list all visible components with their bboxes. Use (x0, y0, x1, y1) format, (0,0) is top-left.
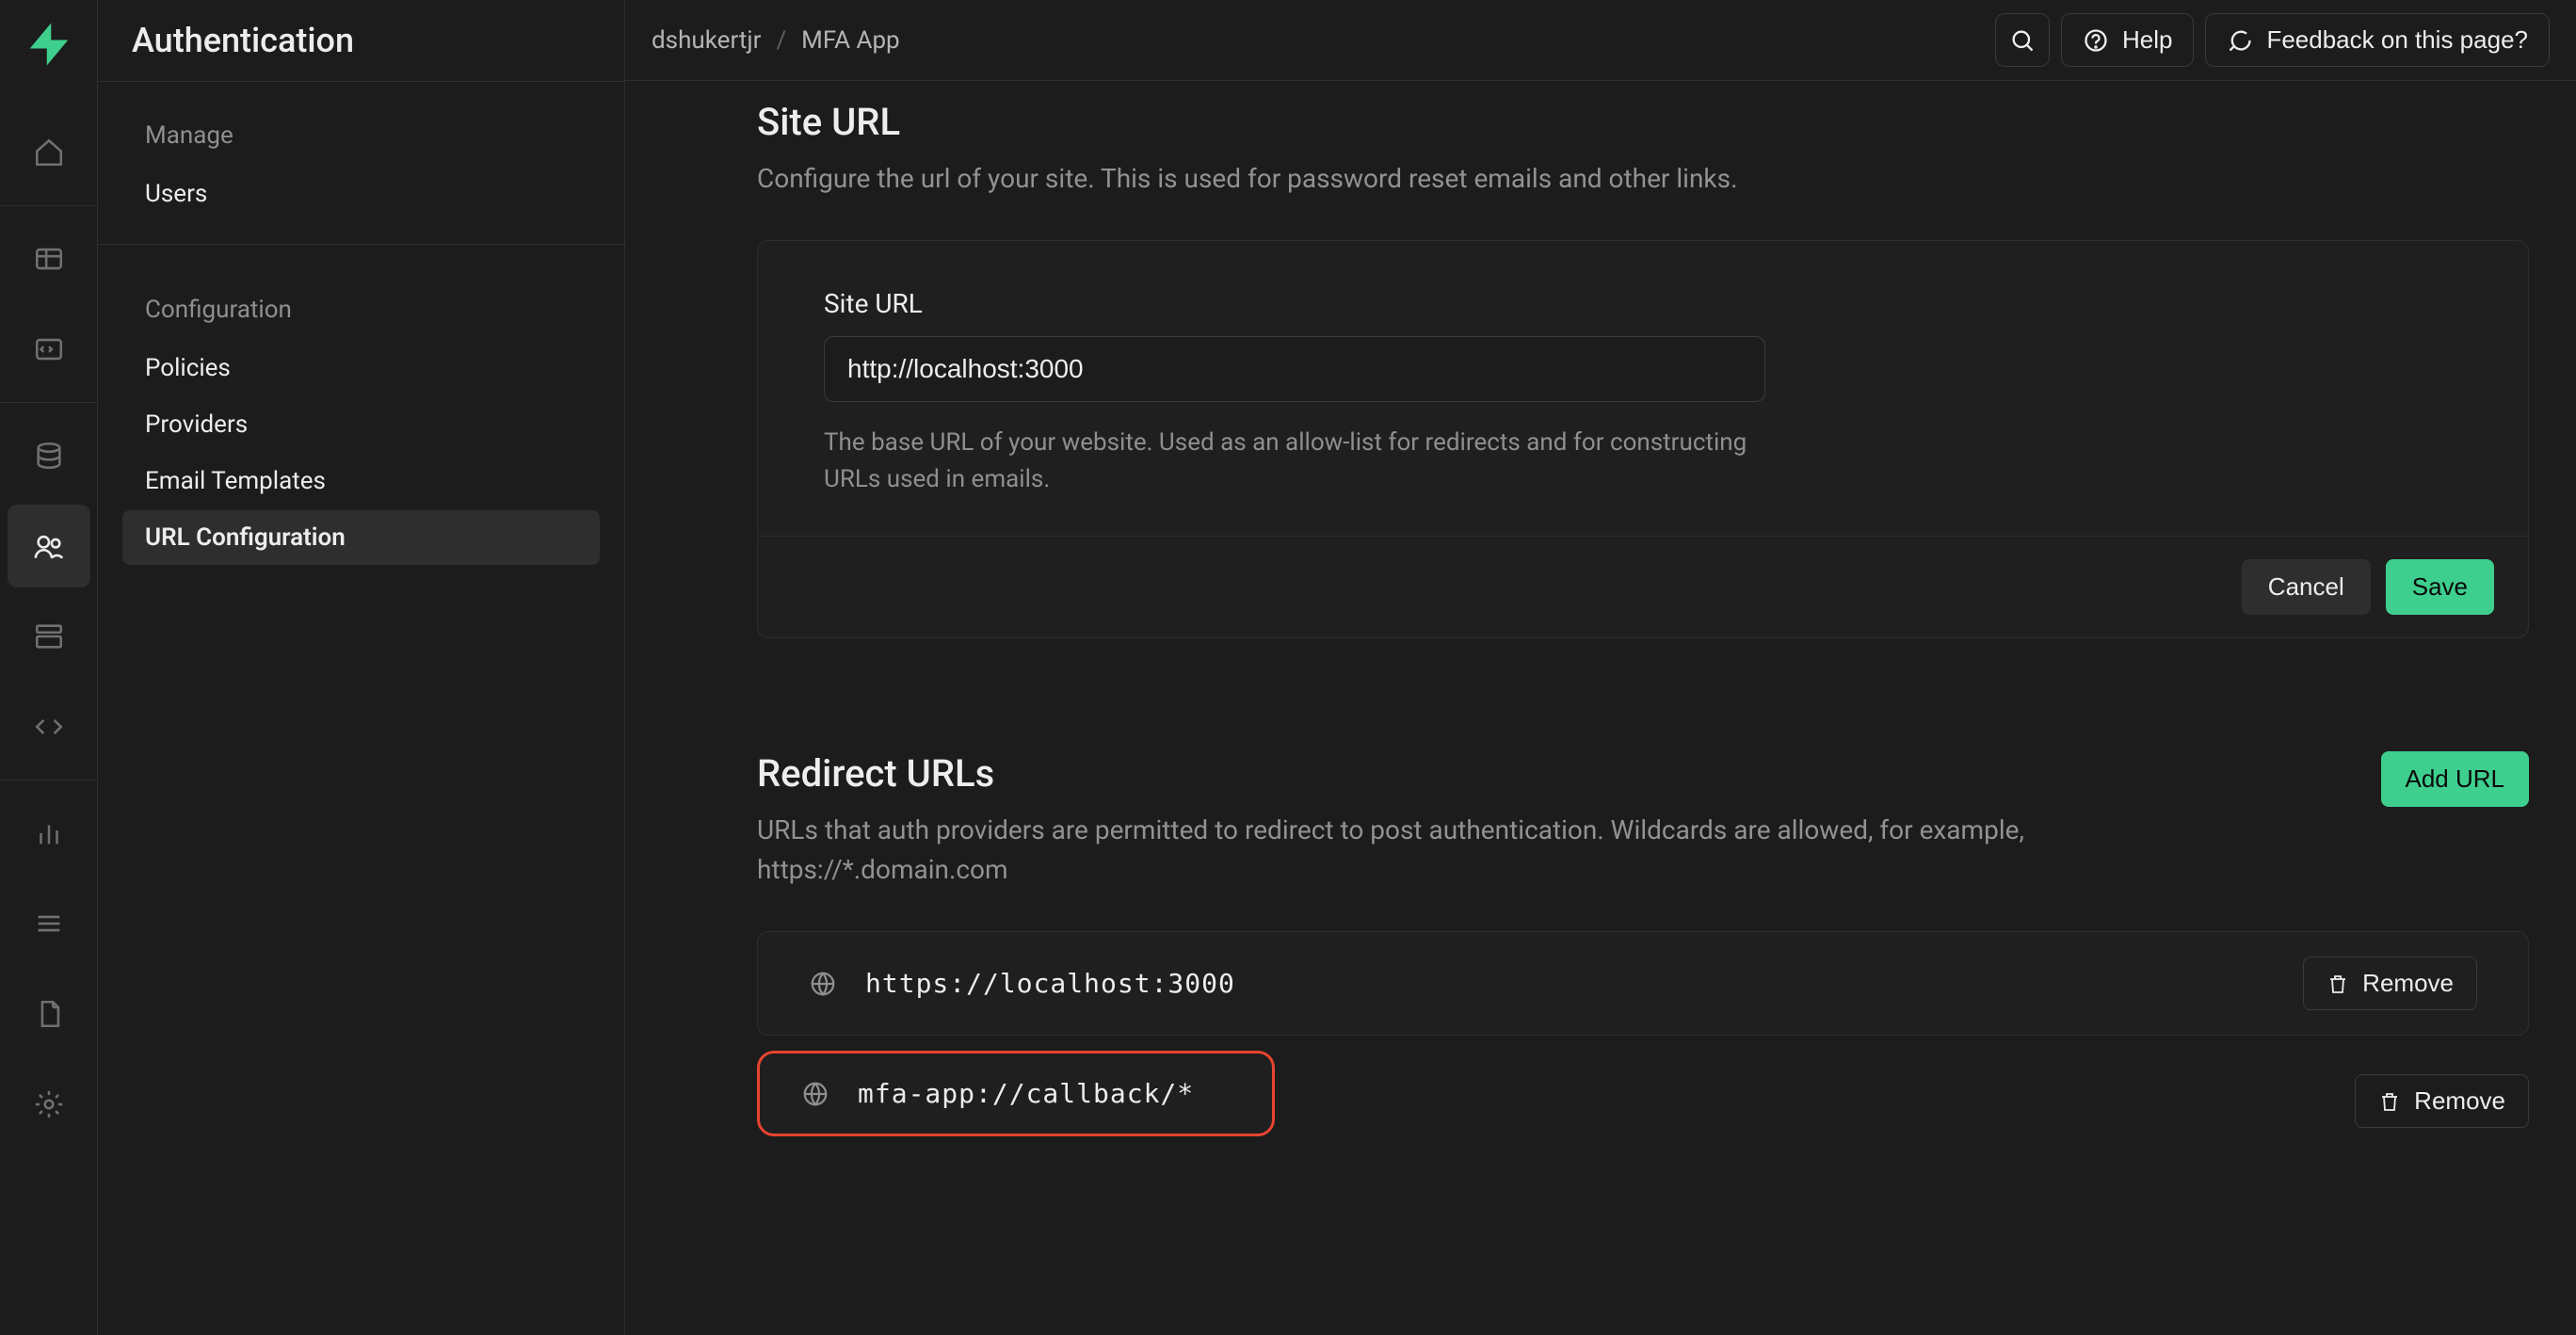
sidebar-section-configuration: Configuration (122, 284, 600, 335)
message-icon (2227, 27, 2253, 54)
auth-icon[interactable] (8, 505, 90, 587)
settings-icon[interactable] (8, 1063, 90, 1146)
feedback-label: Feedback on this page? (2266, 25, 2528, 55)
main-content: dshukertjr / MFA App Help Feedback on th… (625, 0, 2576, 1335)
site-url-card: Site URL The base URL of your website. U… (757, 240, 2529, 638)
site-url-input[interactable] (824, 336, 1765, 402)
storage-icon[interactable] (8, 595, 90, 678)
sidebar-item-users[interactable]: Users (122, 167, 600, 221)
home-icon[interactable] (8, 111, 90, 194)
redirect-urls-description: URLs that auth providers are permitted t… (757, 811, 2263, 890)
logs-icon[interactable] (8, 882, 90, 965)
breadcrumb-org[interactable]: dshukertjr (652, 26, 761, 55)
remove-url-button[interactable]: Remove (2303, 957, 2477, 1010)
site-url-field-label: Site URL (824, 288, 2462, 319)
breadcrumb: dshukertjr / MFA App (652, 26, 900, 55)
globe-icon (809, 970, 837, 998)
feedback-button[interactable]: Feedback on this page? (2205, 13, 2550, 67)
sql-editor-icon[interactable] (8, 308, 90, 391)
supabase-logo[interactable] (24, 19, 74, 70)
table-editor-icon[interactable] (8, 217, 90, 300)
site-url-section: Site URL Configure the url of your site.… (757, 100, 2529, 638)
icon-rail (0, 0, 98, 1335)
sidebar-section-manage: Manage (122, 110, 600, 161)
search-icon (2009, 27, 2036, 54)
redirect-urls-section: Redirect URLs URLs that auth providers a… (757, 751, 2529, 1151)
page-title: Authentication (98, 0, 624, 82)
help-button[interactable]: Help (2061, 13, 2194, 67)
trash-icon (2378, 1090, 2401, 1113)
url-row-highlighted: mfa-app://callback/* (757, 1051, 1275, 1136)
save-button[interactable]: Save (2386, 559, 2494, 615)
edge-functions-icon[interactable] (8, 685, 90, 768)
trash-icon (2326, 973, 2349, 995)
globe-icon (801, 1080, 829, 1108)
cancel-button[interactable]: Cancel (2242, 559, 2371, 615)
api-docs-icon[interactable] (8, 973, 90, 1055)
url-value: mfa-app://callback/* (858, 1078, 1194, 1109)
sidebar: Authentication Manage Users Configuratio… (98, 0, 625, 1335)
sidebar-item-email-templates[interactable]: Email Templates (122, 454, 600, 508)
remove-label: Remove (2362, 969, 2454, 998)
sidebar-item-url-configuration[interactable]: URL Configuration (122, 510, 600, 565)
topbar: dshukertjr / MFA App Help Feedback on th… (625, 0, 2576, 81)
site-url-title: Site URL (757, 100, 2529, 144)
breadcrumb-separator: / (776, 26, 786, 55)
url-row: https://localhost:3000 Remove (757, 931, 2529, 1036)
help-label: Help (2122, 25, 2172, 55)
site-url-help: The base URL of your website. Used as an… (824, 425, 1765, 498)
database-icon[interactable] (8, 414, 90, 497)
url-value: https://localhost:3000 (865, 968, 1235, 999)
sidebar-item-policies[interactable]: Policies (122, 341, 600, 395)
remove-url-button[interactable]: Remove (2355, 1074, 2529, 1128)
reports-icon[interactable] (8, 792, 90, 875)
redirect-urls-title: Redirect URLs (757, 751, 2381, 796)
breadcrumb-project[interactable]: MFA App (801, 26, 899, 55)
remove-label: Remove (2414, 1086, 2505, 1116)
sidebar-item-providers[interactable]: Providers (122, 397, 600, 452)
add-url-button[interactable]: Add URL (2381, 751, 2530, 807)
search-button[interactable] (1995, 13, 2050, 67)
help-icon (2083, 27, 2109, 54)
site-url-description: Configure the url of your site. This is … (757, 159, 2263, 199)
